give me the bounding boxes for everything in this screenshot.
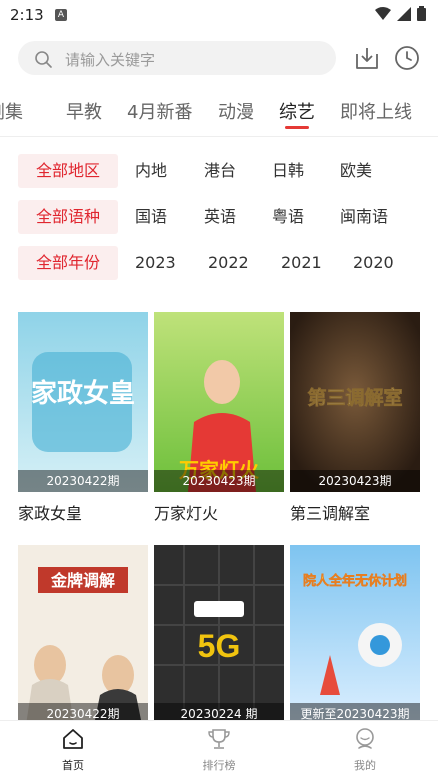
tab-anime[interactable]: 动漫 — [218, 98, 254, 124]
show-poster: 第三调解室 20230423期 — [290, 312, 420, 492]
poster-title: 院人全年无休计划 — [303, 573, 407, 588]
filter-region-hk-tw[interactable]: 港台 — [204, 154, 236, 188]
poster-title: 5G — [198, 628, 241, 664]
filter-year-2023[interactable]: 2023 — [135, 246, 176, 280]
bottom-nav: 首页 排行榜 我的 — [0, 720, 438, 779]
notification-app-icon: A — [55, 9, 67, 21]
show-title: 第三调解室 — [290, 504, 371, 523]
battery-icon — [417, 6, 426, 21]
poster-image: 金牌调解 — [18, 545, 148, 725]
search-placeholder: 请输入关键字 — [65, 51, 156, 69]
poster-title: 家政女皇 — [31, 378, 135, 408]
show-card[interactable]: 万家灯火 20230423期 万家灯火 — [154, 312, 284, 524]
nav-profile[interactable]: 我的 — [325, 727, 405, 773]
show-card[interactable]: 院人全年无休计划 更新至20230423期 — [290, 545, 420, 725]
filter-language-cantonese[interactable]: 粤语 — [272, 200, 304, 234]
show-title: 万家灯火 — [154, 504, 219, 523]
show-poster: 金牌调解 20230422期 — [18, 545, 148, 725]
filter-row-year: 全部年份 2023 2022 2021 2020 — [0, 244, 438, 290]
poster-image: 家政女皇 — [18, 312, 148, 492]
active-tab-indicator — [285, 126, 309, 129]
show-poster: 家政女皇 20230422期 — [18, 312, 148, 492]
divider — [0, 136, 438, 137]
filter-language-english[interactable]: 英语 — [204, 200, 236, 234]
nav-ranking[interactable]: 排行榜 — [179, 727, 259, 773]
poster-title: 金牌调解 — [50, 571, 115, 590]
nav-profile-label: 我的 — [354, 759, 376, 772]
show-title: 家政女皇 — [18, 504, 83, 523]
show-poster: 万家灯火 20230423期 — [154, 312, 284, 492]
filter-region-jp-kr[interactable]: 日韩 — [272, 154, 304, 188]
poster-image: 第三调解室 — [290, 312, 420, 492]
poster-title: 第三调解室 — [307, 386, 402, 409]
status-time: 2:13 — [10, 6, 44, 24]
poster-image: 院人全年无休计划 — [290, 545, 420, 725]
filter-region-all[interactable]: 全部地区 — [18, 154, 118, 188]
nav-ranking-label: 排行榜 — [202, 759, 236, 772]
show-poster: 5G 20230224 期 — [154, 545, 284, 725]
show-poster: 院人全年无休计划 更新至20230423期 — [290, 545, 420, 725]
show-card[interactable]: 5G 20230224 期 — [154, 545, 284, 725]
signal-icon — [397, 6, 411, 21]
history-clock-button[interactable] — [394, 45, 420, 71]
filter-year-2022[interactable]: 2022 — [208, 246, 249, 280]
filter-panel: 全部地区 内地 港台 日韩 欧美 全部语种 国语 英语 粤语 闽南语 全部年份 … — [0, 152, 438, 290]
filter-year-2020[interactable]: 2020 — [353, 246, 394, 280]
episode-badge: 20230423期 — [290, 470, 420, 492]
category-tabs: 剧集 早教 4月新番 动漫 综艺 即将上线 — [0, 88, 438, 134]
filter-language-mandarin[interactable]: 国语 — [135, 200, 167, 234]
filter-row-language: 全部语种 国语 英语 粤语 闽南语 — [0, 198, 438, 244]
tab-early-education[interactable]: 早教 — [66, 98, 102, 124]
status-bar: 2:13 A — [0, 0, 438, 32]
filter-region-mainland[interactable]: 内地 — [135, 154, 167, 188]
filter-language-all[interactable]: 全部语种 — [18, 200, 118, 234]
filter-year-2021[interactable]: 2021 — [281, 246, 322, 280]
search-input[interactable]: 请输入关键字 — [18, 41, 336, 75]
tab-coming-soon[interactable]: 即将上线 — [340, 98, 412, 124]
tab-variety[interactable]: 综艺 — [279, 98, 315, 124]
poster-image: 5G — [154, 545, 284, 725]
show-card[interactable]: 第三调解室 20230423期 第三调解室 — [290, 312, 420, 524]
trophy-icon — [208, 729, 230, 749]
download-button[interactable] — [354, 45, 380, 71]
filter-row-region: 全部地区 内地 港台 日韩 欧美 — [0, 152, 438, 198]
top-bar: 请输入关键字 — [0, 40, 438, 80]
search-icon — [35, 51, 52, 68]
show-card[interactable]: 金牌调解 20230422期 — [18, 545, 148, 725]
filter-language-minnan[interactable]: 闽南语 — [340, 200, 388, 234]
home-icon — [63, 729, 83, 749]
status-icons — [375, 6, 426, 21]
profile-icon — [356, 728, 374, 749]
filter-year-all[interactable]: 全部年份 — [18, 246, 118, 280]
episode-badge: 20230422期 — [18, 470, 148, 492]
show-card[interactable]: 家政女皇 20230422期 家政女皇 — [18, 312, 148, 524]
filter-region-western[interactable]: 欧美 — [340, 154, 372, 188]
nav-home[interactable]: 首页 — [33, 727, 113, 773]
poster-image: 万家灯火 — [154, 312, 284, 492]
tab-april-new[interactable]: 4月新番 — [127, 98, 192, 124]
nav-home-label: 首页 — [62, 759, 84, 772]
wifi-icon — [375, 6, 391, 20]
episode-badge: 20230423期 — [154, 470, 284, 492]
tab-series[interactable]: 剧集 — [0, 98, 23, 124]
